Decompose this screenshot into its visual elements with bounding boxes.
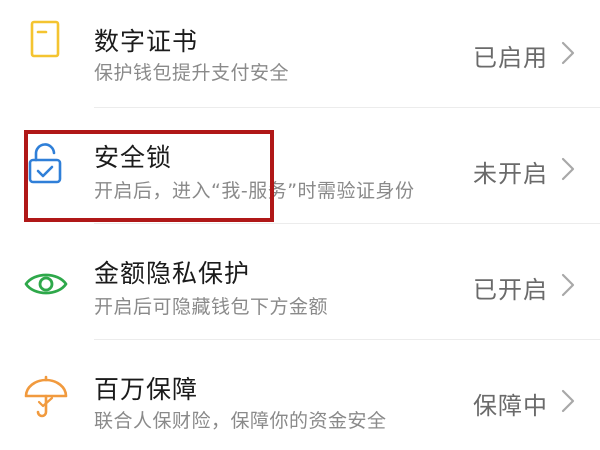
- certificate-icon: [22, 16, 70, 64]
- list-item-amount-privacy[interactable]: 金额隐私保护 开启后可隐藏钱包下方金额 已开启: [0, 224, 600, 340]
- eye-icon: [22, 260, 70, 308]
- chevron-right-icon: [560, 272, 576, 298]
- status-label: 保障中: [473, 392, 548, 420]
- item-subtitle: 开启后，进入“我-服务”时需验证身份: [94, 180, 415, 202]
- umbrella-icon: [22, 374, 70, 422]
- chevron-right-icon: [560, 388, 576, 414]
- lock-icon: [22, 140, 70, 188]
- chevron-right-icon: [560, 156, 576, 182]
- item-title: 数字证书: [94, 27, 199, 56]
- list-item-security-lock[interactable]: 安全锁 开启后，进入“我-服务”时需验证身份 未开启: [0, 108, 600, 224]
- status-label: 已开启: [473, 276, 548, 304]
- item-subtitle: 联合人保财险，保障你的资金安全: [94, 410, 387, 432]
- status-label: 已启用: [473, 44, 548, 72]
- list-item-million-protection[interactable]: 百万保障 联合人保财险，保障你的资金安全 保障中: [0, 340, 600, 450]
- item-title: 百万保障: [94, 375, 199, 404]
- status-label: 未开启: [473, 160, 548, 188]
- list-item-digital-certificate[interactable]: 数字证书 保护钱包提升支付安全 已启用: [0, 0, 600, 108]
- item-subtitle: 开启后可隐藏钱包下方金额: [94, 296, 329, 318]
- chevron-right-icon: [560, 40, 576, 66]
- item-title: 金额隐私保护: [94, 259, 251, 288]
- item-subtitle: 保护钱包提升支付安全: [94, 62, 290, 84]
- item-title: 安全锁: [94, 143, 173, 172]
- wallet-security-list: 数字证书 保护钱包提升支付安全 已启用 安全锁 开启后，进入“我-服务”时需验证…: [0, 0, 600, 450]
